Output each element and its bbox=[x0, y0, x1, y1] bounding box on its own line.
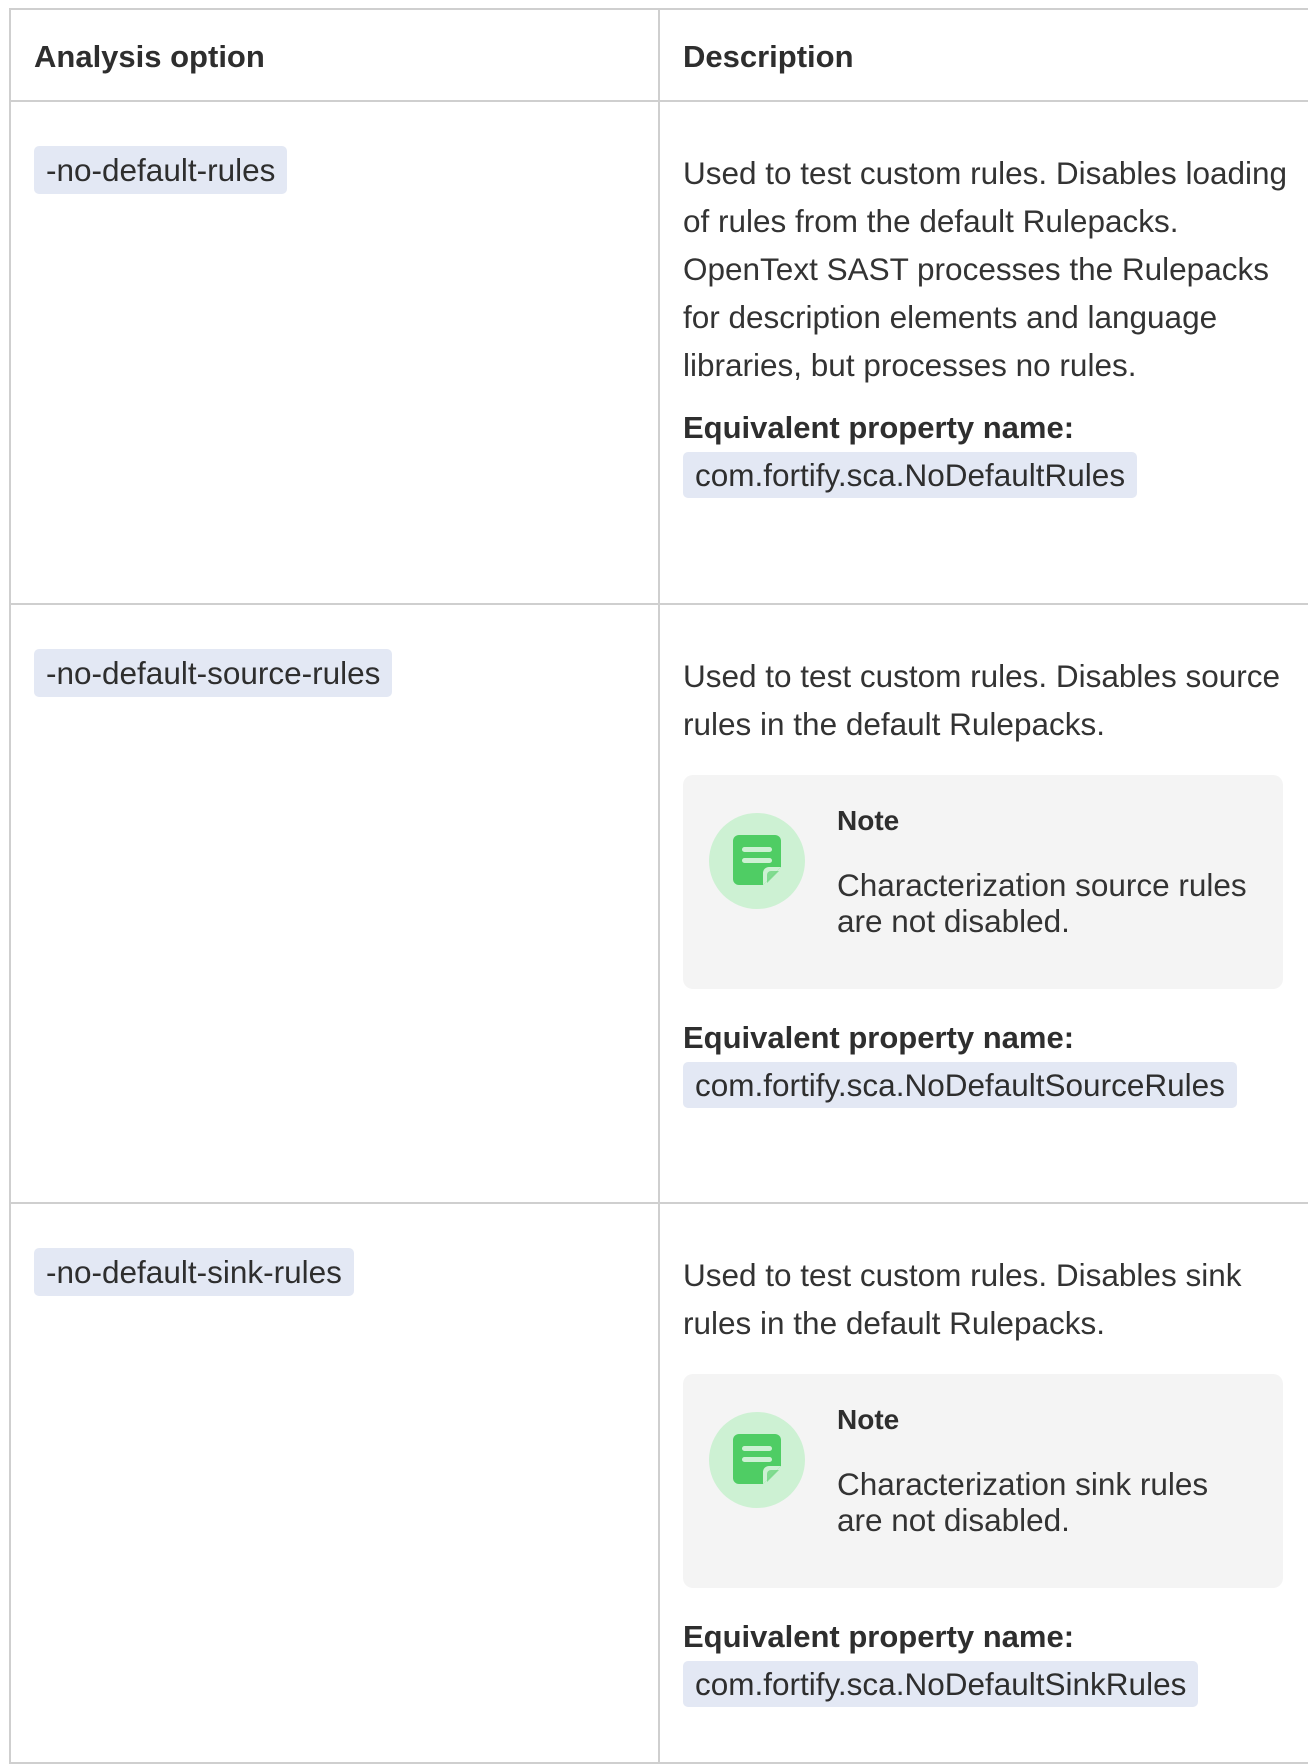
property-wrap: com.fortify.sca.NoDefaultRules bbox=[683, 451, 1255, 499]
description-text: Used to test custom rules. Disables sink… bbox=[683, 1257, 1242, 1341]
property-code: com.fortify.sca.NoDefaultRules bbox=[683, 452, 1138, 498]
option-code: -no-default-source-rules bbox=[34, 649, 393, 697]
option-code: -no-default-rules bbox=[34, 146, 288, 194]
property-code: com.fortify.sca.NoDefaultSinkRules bbox=[683, 1661, 1199, 1707]
note-callout: Note Characterization sink rules are not… bbox=[683, 1374, 1283, 1588]
description-text: Used to test custom rules. Disables sour… bbox=[683, 658, 1280, 742]
option-cell: -no-default-rules bbox=[11, 102, 660, 603]
description-cell: Used to test custom rules. Disables sour… bbox=[660, 605, 1308, 1202]
options-table: Analysis option Description -no-default-… bbox=[9, 8, 1308, 1764]
table-header-row: Analysis option Description bbox=[11, 10, 1308, 102]
option-code: -no-default-sink-rules bbox=[34, 1248, 354, 1296]
header-description: Description bbox=[683, 39, 854, 74]
table-row: -no-default-rules Used to test custom ru… bbox=[11, 102, 1308, 605]
note-icon bbox=[709, 813, 805, 909]
property-wrap: com.fortify.sca.NoDefaultSourceRules bbox=[683, 1061, 1255, 1109]
note-title: Note bbox=[837, 1404, 900, 1435]
description-cell: Used to test custom rules. Disables load… bbox=[660, 102, 1308, 603]
note-title: Note bbox=[837, 805, 900, 836]
table-row: -no-default-sink-rules Used to test cust… bbox=[11, 1204, 1308, 1764]
option-cell: -no-default-source-rules bbox=[11, 605, 660, 1202]
property-wrap: com.fortify.sca.NoDefaultSinkRules bbox=[683, 1660, 1255, 1708]
note-icon bbox=[709, 1412, 805, 1508]
table-row: -no-default-source-rules Used to test cu… bbox=[11, 605, 1308, 1204]
property-label: Equivalent property name: bbox=[683, 1020, 1075, 1055]
option-cell: -no-default-sink-rules bbox=[11, 1204, 660, 1762]
property-label: Equivalent property name: bbox=[683, 1619, 1075, 1654]
note-callout: Note Characterization source rules are n… bbox=[683, 775, 1283, 989]
description-text: Used to test custom rules. Disables load… bbox=[683, 155, 1288, 383]
description-cell: Used to test custom rules. Disables sink… bbox=[660, 1204, 1308, 1762]
note-text: Characterization sink rules are not disa… bbox=[837, 1466, 1209, 1538]
property-code: com.fortify.sca.NoDefaultSourceRules bbox=[683, 1062, 1237, 1108]
note-text: Characterization source rules are not di… bbox=[837, 867, 1247, 939]
property-label: Equivalent property name: bbox=[683, 410, 1075, 445]
header-analysis-option: Analysis option bbox=[11, 10, 660, 100]
